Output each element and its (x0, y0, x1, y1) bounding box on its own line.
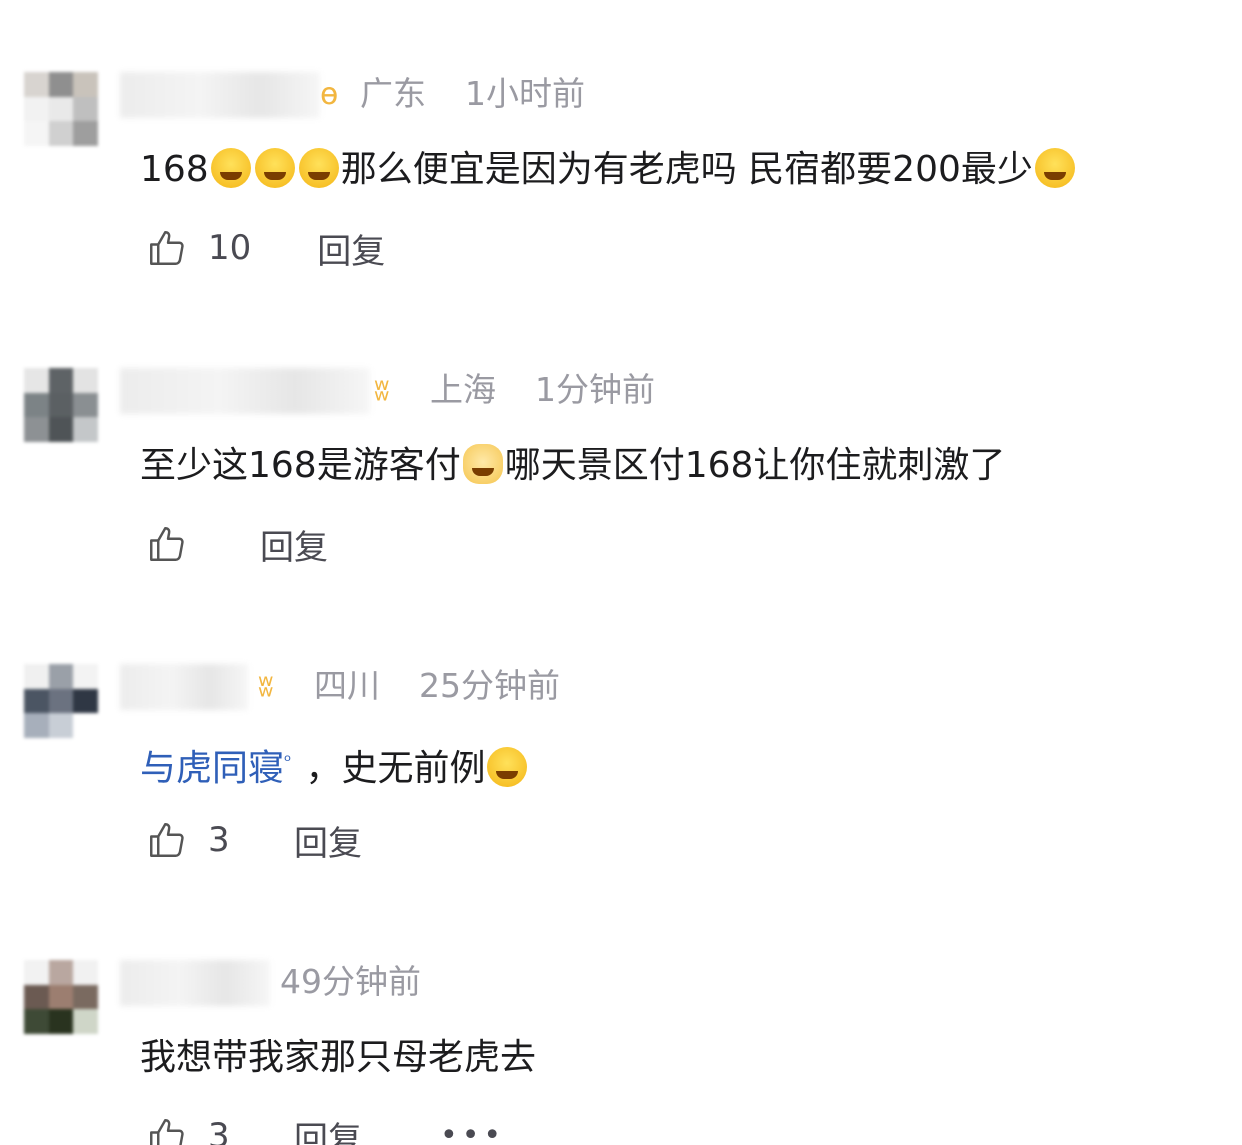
timestamp: 1小时前 (465, 74, 585, 113)
crying-emoji-icon (298, 148, 339, 188)
location: 上海 (430, 370, 496, 409)
butterfly-badge-icon: ʬ (374, 373, 390, 408)
avatar[interactable] (24, 960, 98, 1034)
butterfly-badge-icon: ʬ (258, 669, 274, 704)
comment-item: ʬ 四川 25分钟前 与虎同寝ᵒ ，史无前例 3 回复 (0, 592, 1242, 888)
username-blurred[interactable] (120, 368, 370, 414)
comment-actions: 回复 (146, 520, 328, 568)
crying-emoji-icon (254, 148, 295, 188)
search-superscript-icon: ᵒ (284, 751, 292, 772)
timestamp: 49分钟前 (280, 962, 421, 1001)
like-count: 3 (208, 1116, 230, 1145)
comment-actions: 3 回复 (146, 816, 362, 864)
username-blurred[interactable] (120, 72, 320, 118)
grinning-emoji-icon (210, 148, 251, 188)
like-count: 10 (208, 228, 252, 268)
comment-meta: 上海 1分钟前 (430, 370, 655, 410)
location: 四川 (314, 666, 380, 705)
comment-actions: 10 回复 (146, 224, 385, 272)
comment-actions: 3 回复 (146, 1112, 362, 1145)
thumbs-up-icon[interactable] (146, 227, 188, 269)
username-blurred[interactable] (120, 960, 270, 1006)
avatar[interactable] (24, 368, 98, 442)
username-blurred[interactable] (120, 664, 248, 710)
butterfly-badge-icon: ɵ (320, 77, 339, 112)
comment-text: 我想带我家那只母老虎去 (140, 1037, 537, 1078)
cat-emoji-icon (462, 444, 503, 484)
location: 广东 (360, 74, 426, 113)
comment-meta: 四川 25分钟前 (314, 666, 560, 706)
comment-item: ʬ 上海 1分钟前 至少这168是游客付 哪天景区付168让你住就刺激了 回复 (0, 296, 1242, 592)
comment-item: 49分钟前 我想带我家那只母老虎去 3 回复 (0, 888, 1242, 1145)
comment-meta: 广东 1小时前 (360, 74, 585, 114)
topic-link[interactable]: 与虎同寝ᵒ (140, 748, 305, 789)
like-count: 3 (208, 820, 230, 860)
laughing-tears-emoji-icon (487, 747, 528, 787)
reply-button[interactable]: 回复 (317, 224, 385, 273)
reply-button[interactable]: 回复 (294, 1112, 362, 1145)
more-options-button[interactable]: ••• (440, 1118, 505, 1145)
thumbs-up-icon[interactable] (146, 523, 188, 565)
comment-item: ɵ 广东 1小时前 168 那么便宜是因为有老虎吗 民宿都要200最少 10 回复 (0, 0, 1242, 296)
timestamp: 1分钟前 (535, 370, 655, 409)
comment-text: 与虎同寝ᵒ ，史无前例 (140, 740, 529, 791)
reply-button[interactable]: 回复 (294, 816, 362, 865)
comment-meta: 49分钟前 (280, 962, 421, 1002)
comment-text: 至少这168是游客付 哪天景区付168让你住就刺激了 (140, 444, 1006, 486)
crying-emoji-icon (1034, 148, 1075, 188)
thumbs-up-icon[interactable] (146, 1115, 188, 1145)
avatar[interactable] (24, 664, 98, 738)
comment-text: 168 那么便宜是因为有老虎吗 民宿都要200最少 (140, 148, 1077, 192)
thumbs-up-icon[interactable] (146, 819, 188, 861)
avatar[interactable] (24, 72, 98, 146)
reply-button[interactable]: 回复 (260, 520, 328, 569)
comment-feed: ɵ 广东 1小时前 168 那么便宜是因为有老虎吗 民宿都要200最少 10 回复… (0, 0, 1242, 1145)
timestamp: 25分钟前 (419, 666, 560, 705)
